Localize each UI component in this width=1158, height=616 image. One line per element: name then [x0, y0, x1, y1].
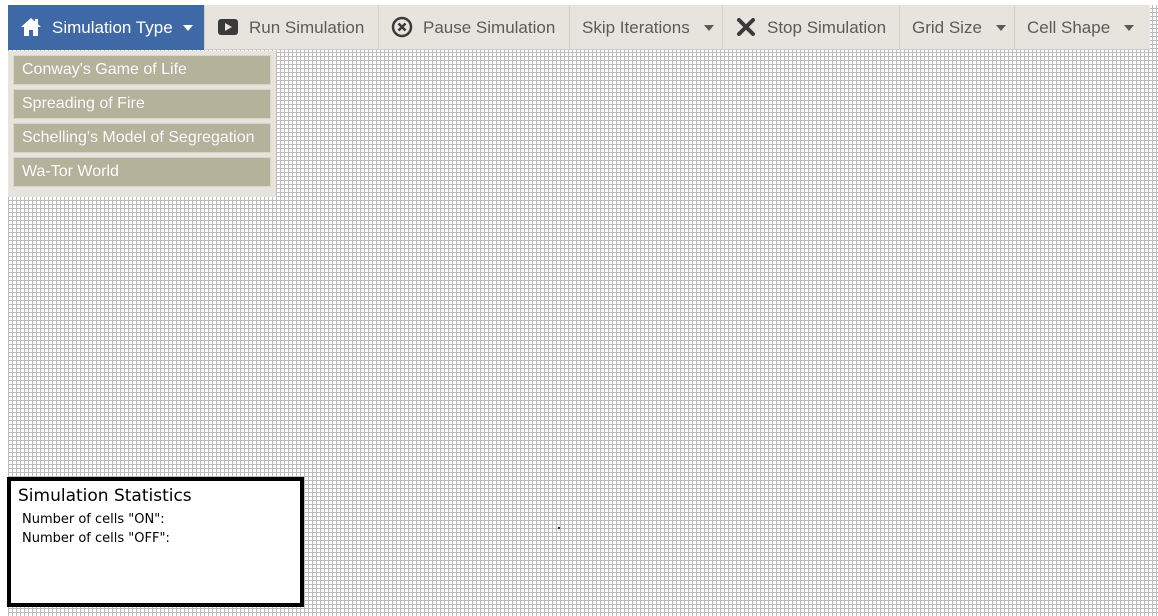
grid-size-label: Grid Size — [912, 17, 982, 37]
grid-size-menu[interactable]: Grid Size — [900, 4, 1015, 50]
run-simulation-button[interactable]: Run Simulation — [205, 4, 379, 50]
chevron-down-icon — [703, 25, 714, 31]
pause-simulation-label: Pause Simulation — [423, 17, 556, 37]
simulation-statistics-panel: Simulation Statistics Number of cells "O… — [7, 477, 304, 607]
grid-cell-marker — [558, 527, 560, 529]
cell-shape-label: Cell Shape — [1027, 17, 1111, 37]
menu-item-spreading-of-fire[interactable]: Spreading of Fire — [13, 89, 271, 119]
pause-circle-icon — [391, 16, 413, 38]
stats-title: Simulation Statistics — [18, 486, 192, 506]
home-icon — [20, 16, 42, 38]
skip-iterations-label: Skip Iterations — [582, 17, 690, 37]
cell-shape-menu[interactable]: Cell Shape — [1015, 5, 1143, 50]
chevron-down-icon — [1124, 25, 1135, 31]
chevron-down-icon — [995, 25, 1006, 31]
pause-simulation-button[interactable]: Pause Simulation — [379, 4, 570, 50]
toolbar: Simulation Type Run Simulation Pause Sim… — [8, 4, 1150, 50]
menu-item-wa-tor-world[interactable]: Wa-Tor World — [13, 157, 271, 187]
close-icon — [735, 16, 757, 38]
stop-simulation-button[interactable]: Stop Simulation — [723, 4, 900, 50]
cells-on-label: Number of cells "ON": — [22, 512, 165, 527]
menu-item-schellings-model[interactable]: Schelling's Model of Segregation — [13, 123, 271, 153]
simulation-type-menu[interactable]: Simulation Type — [8, 4, 205, 50]
simulation-type-dropdown: Conway's Game of Life Spreading of Fire … — [8, 51, 276, 197]
chevron-down-icon — [182, 25, 193, 31]
run-simulation-label: Run Simulation — [249, 17, 365, 37]
menu-item-conways-game-of-life[interactable]: Conway's Game of Life — [13, 55, 271, 85]
play-icon — [217, 16, 239, 38]
simulation-type-label: Simulation Type — [52, 17, 173, 37]
cells-off-label: Number of cells "OFF": — [22, 531, 170, 546]
skip-iterations-menu[interactable]: Skip Iterations — [570, 4, 723, 50]
stop-simulation-label: Stop Simulation — [767, 17, 887, 37]
